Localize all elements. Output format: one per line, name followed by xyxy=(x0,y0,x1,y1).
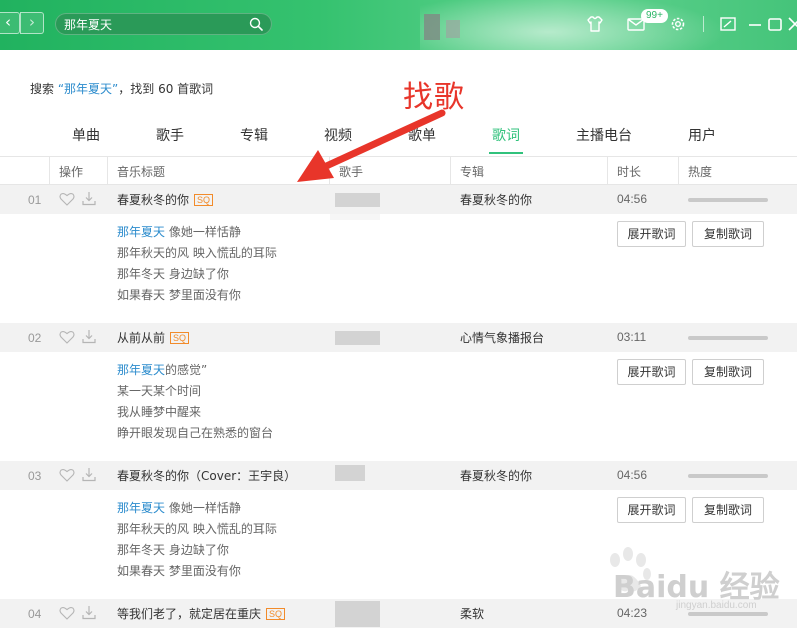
column-actions: 操作 xyxy=(59,165,84,179)
row-number: 03 xyxy=(28,469,42,483)
download-icon[interactable] xyxy=(82,467,96,482)
column-singer[interactable]: 歌手 xyxy=(339,163,363,180)
copy-lyrics-button[interactable]: 复制歌词 xyxy=(692,497,764,523)
album-link[interactable]: 心情气象播报台 xyxy=(460,329,544,346)
sq-badge: SQ xyxy=(266,608,286,620)
lyric-snippet: 那年夏天 像她一样恬静 那年秋天的风 映入慌乱的耳际 那年冬天 身边缺了你 如果… xyxy=(117,222,417,306)
lyric-line: 睁开眼发现自己在熟悉的窗台 xyxy=(117,426,274,440)
heat-bar xyxy=(688,474,768,478)
singer-name-blurred[interactable] xyxy=(335,465,365,481)
duration: 04:56 xyxy=(617,192,648,206)
lyric-line: 如果春天 梦里面没有你 xyxy=(117,288,241,302)
singer-name-blurred[interactable] xyxy=(335,331,380,345)
lyric-line: 那年夏天 像她一样恬静 xyxy=(117,501,241,515)
sq-badge: SQ xyxy=(194,194,214,206)
tab-users[interactable]: 用户 xyxy=(688,125,716,145)
copy-lyrics-button[interactable]: 复制歌词 xyxy=(692,221,764,247)
song-title-link[interactable]: 等我们老了，就定居在重庆 SQ xyxy=(117,605,286,622)
like-heart-icon[interactable] xyxy=(59,468,75,482)
active-tab-indicator xyxy=(489,152,523,154)
column-album[interactable]: 专辑 xyxy=(460,163,484,180)
album-link[interactable]: 春夏秋冬的你 xyxy=(460,191,532,208)
tab-videos[interactable]: 视频 xyxy=(324,125,352,145)
search-icon[interactable] xyxy=(249,17,263,31)
song-title-link[interactable]: 春夏秋冬的你（Cover：王宇良） xyxy=(117,467,296,484)
singer-name-blurred[interactable] xyxy=(335,193,380,207)
search-input[interactable] xyxy=(64,16,244,32)
expand-lyrics-button[interactable]: 展开歌词 xyxy=(617,497,686,523)
column-duration[interactable]: 时长 xyxy=(617,163,641,180)
search-summary: 搜索 “那年夏天”，找到 60 首歌词 xyxy=(30,82,214,96)
download-icon[interactable] xyxy=(82,191,96,206)
tab-singers[interactable]: 歌手 xyxy=(156,125,184,145)
lyric-line: 如果春天 梦里面没有你 xyxy=(117,564,241,578)
forward-icon[interactable]: › xyxy=(20,12,44,34)
row-number: 04 xyxy=(28,607,42,621)
song-title-link[interactable]: 从前从前 SQ xyxy=(117,329,190,346)
heat-bar xyxy=(688,336,768,340)
lyric-line: 那年夏天 像她一样恬静 xyxy=(117,225,241,239)
annotation-label: 找歌 xyxy=(403,80,465,115)
copy-lyrics-button[interactable]: 复制歌词 xyxy=(692,359,764,385)
tab-singles[interactable]: 单曲 xyxy=(72,125,100,145)
lyric-line: 某一天某个时间 xyxy=(117,384,202,398)
row-number: 02 xyxy=(28,331,42,345)
table-row[interactable]: 03 春夏秋冬的你（Cover：王宇良） 春夏秋冬的你 04:56 xyxy=(0,461,797,490)
mini-mode-icon[interactable] xyxy=(718,14,738,34)
column-heat[interactable]: 热度 xyxy=(688,163,712,180)
column-title[interactable]: 音乐标题 xyxy=(117,163,165,180)
row-number: 01 xyxy=(28,193,42,207)
expand-lyrics-button[interactable]: 展开歌词 xyxy=(617,221,686,247)
skin-icon[interactable] xyxy=(585,14,605,34)
mail-badge: 99+ xyxy=(641,9,668,23)
tab-playlists[interactable]: 歌单 xyxy=(408,125,436,145)
lyric-line: 我从睡梦中醒来 xyxy=(117,405,202,419)
minimize-icon[interactable] xyxy=(745,14,765,34)
lyric-line: 那年秋天的风 映入慌乱的耳际 xyxy=(117,246,277,260)
album-link[interactable]: 春夏秋冬的你 xyxy=(460,467,532,484)
download-icon[interactable] xyxy=(82,329,96,344)
heat-bar xyxy=(688,198,768,202)
lyric-line: 那年夏天的感觉” xyxy=(117,363,208,377)
table-row[interactable]: 02 从前从前 SQ 心情气象播报台 03:11 xyxy=(0,323,797,352)
maximize-icon[interactable] xyxy=(765,14,785,34)
table-row[interactable]: 01 春夏秋冬的你 SQ 春夏秋冬的你 04:56 xyxy=(0,185,797,214)
like-heart-icon[interactable] xyxy=(59,192,75,206)
search-keyword: “那年夏天” xyxy=(57,82,119,96)
like-heart-icon[interactable] xyxy=(59,606,75,620)
lyric-snippet: 那年夏天 像她一样恬静 那年秋天的风 映入慌乱的耳际 那年冬天 身边缺了你 如果… xyxy=(117,498,417,582)
back-icon[interactable]: ‹ xyxy=(0,12,20,34)
expand-lyrics-button[interactable]: 展开歌词 xyxy=(617,359,686,385)
username-blur[interactable] xyxy=(446,20,460,38)
tab-lyrics[interactable]: 歌词 xyxy=(492,125,520,145)
lyric-line: 那年冬天 身边缺了你 xyxy=(117,543,229,557)
table-header: 操作 音乐标题 歌手 专辑 时长 热度 xyxy=(0,156,797,185)
like-heart-icon[interactable] xyxy=(59,330,75,344)
singer-name-blurred[interactable] xyxy=(335,601,380,627)
song-title-link[interactable]: 春夏秋冬的你 SQ xyxy=(117,191,214,208)
avatar[interactable] xyxy=(424,14,440,40)
lyric-snippet: 那年夏天的感觉” 某一天某个时间 我从睡梦中醒来 睁开眼发现自己在熟悉的窗台 xyxy=(117,360,417,444)
result-tabs: 单曲 歌手 专辑 视频 歌单 歌词 主播电台 用户 xyxy=(0,125,797,155)
lyric-line: 那年秋天的风 映入慌乱的耳际 xyxy=(117,522,277,536)
tab-radio[interactable]: 主播电台 xyxy=(576,125,632,145)
watermark-url: jingyan.baidu.com xyxy=(676,600,757,611)
settings-icon[interactable] xyxy=(668,14,688,34)
tab-albums[interactable]: 专辑 xyxy=(240,125,268,145)
title-bar: ‹ › 99+ xyxy=(0,0,797,50)
download-icon[interactable] xyxy=(82,605,96,620)
duration: 03:11 xyxy=(617,330,647,344)
sq-badge: SQ xyxy=(170,332,190,344)
search-box[interactable] xyxy=(55,13,272,35)
album-link[interactable]: 柔软 xyxy=(460,605,484,622)
duration: 04:56 xyxy=(617,468,648,482)
close-icon[interactable] xyxy=(785,14,797,34)
lyric-line: 那年冬天 身边缺了你 xyxy=(117,267,229,281)
